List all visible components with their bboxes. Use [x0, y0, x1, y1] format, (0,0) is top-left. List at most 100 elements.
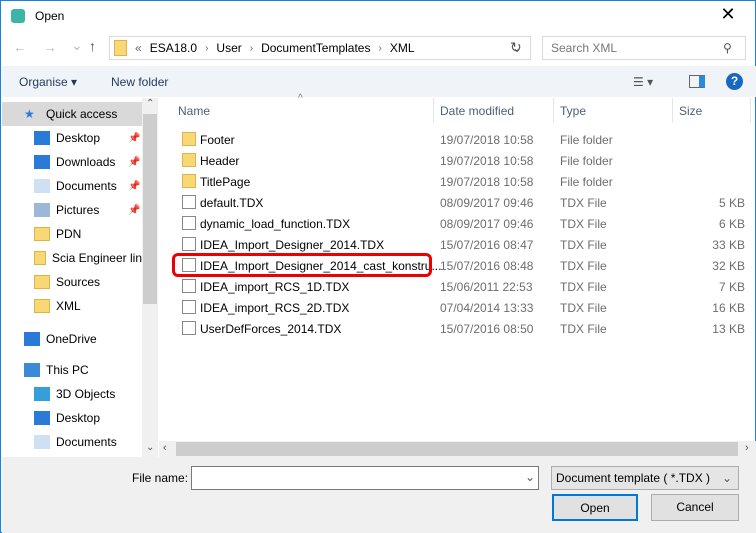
sidebar-item-label: XML — [56, 299, 81, 313]
file-size: 6 KB — [718, 217, 745, 231]
sidebar-item-label: OneDrive — [46, 332, 97, 346]
sidebar-item[interactable]: Sources — [2, 270, 142, 294]
sidebar-item[interactable]: Documents 📌 — [2, 174, 142, 198]
horizontal-scroll-thumb[interactable] — [176, 442, 738, 456]
file-date: 15/07/2016 08:47 — [440, 238, 534, 252]
folder-icon — [182, 174, 196, 188]
recent-locations-button[interactable]: ⌄ — [71, 37, 83, 54]
file-size: 33 KB — [712, 238, 745, 252]
cube-icon — [34, 387, 50, 401]
file-row[interactable]: IDEA_Import_Designer_2014.TDX 15/07/2016 … — [172, 234, 756, 255]
sidebar-item-label: Desktop — [56, 131, 101, 145]
sidebar-item-label: Downloads — [56, 155, 116, 169]
file-date: 08/09/2017 09:46 — [440, 196, 534, 210]
search-icon: ⚲ — [723, 41, 732, 55]
file-size: 7 KB — [718, 280, 745, 294]
file-type: File folder — [560, 154, 613, 168]
sidebar-item[interactable]: 3D Objects — [2, 382, 142, 406]
file-icon — [182, 237, 196, 251]
file-row[interactable]: TitlePage 19/07/2018 10:58 File folder — [172, 171, 756, 192]
file-date: 15/07/2016 08:48 — [440, 259, 534, 273]
breadcrumb-xml[interactable]: XML — [390, 41, 415, 55]
file-name-input[interactable] — [191, 466, 539, 490]
scroll-right-icon[interactable]: › — [745, 442, 749, 454]
file-name: IDEA_import_RCS_2D.TDX — [200, 301, 350, 315]
organise-menu[interactable]: Organise ▾ — [19, 75, 77, 89]
sidebar-item[interactable]: Desktop — [2, 406, 142, 430]
sidebar-item[interactable]: Scia Engineer lin — [2, 246, 142, 270]
file-size: 13 KB — [712, 322, 745, 336]
file-row[interactable]: IDEA_import_RCS_1D.TDX 15/06/2011 22:53 TD… — [172, 276, 756, 297]
file-row[interactable]: Header 19/07/2018 10:58 File folder — [172, 150, 756, 171]
file-name: IDEA_import_RCS_1D.TDX — [200, 280, 350, 294]
file-date: 07/04/2014 13:33 — [440, 301, 534, 315]
file-icon — [182, 300, 196, 314]
navigation-pane: ★ Quick access Desktop 📌 Downloads 📌 Documents… — [2, 98, 142, 457]
sidebar-item[interactable]: OneDrive — [2, 327, 142, 351]
sidebar-item[interactable]: Downloads 📌 — [2, 150, 142, 174]
file-row[interactable]: IDEA_import_RCS_2D.TDX 07/04/2014 13:33 TD… — [172, 297, 756, 318]
sidebar-item[interactable]: ★ Quick access — [2, 102, 142, 126]
scroll-down-icon[interactable]: ⌄ — [146, 442, 154, 453]
file-icon — [182, 195, 196, 209]
pin-icon[interactable]: 📌 — [128, 181, 140, 192]
cloud-icon — [24, 332, 40, 346]
pin-icon[interactable]: 📌 — [128, 205, 140, 216]
sidebar-item-label: This PC — [46, 363, 89, 377]
file-row[interactable]: UserDefForces_2014.TDX 15/07/2016 08:50 TD… — [172, 318, 756, 339]
breadcrumb-user[interactable]: User — [216, 41, 241, 55]
file-size: 32 KB — [712, 259, 745, 273]
sidebar-item[interactable]: Documents — [2, 430, 142, 454]
overflow-crumb[interactable]: « — [135, 41, 142, 55]
forward-button[interactable]: → — [43, 39, 57, 55]
breadcrumb-documenttemplates[interactable]: DocumentTemplates — [261, 41, 370, 55]
file-row[interactable]: default.TDX 08/09/2017 09:46 TDX File 5 KB — [172, 192, 756, 213]
column-header-date[interactable]: Date modified — [434, 98, 554, 123]
cancel-button[interactable]: Cancel — [651, 494, 739, 521]
help-icon[interactable]: ? — [726, 73, 743, 90]
file-date: 19/07/2018 10:58 — [440, 175, 534, 189]
folder-icon — [182, 153, 196, 167]
sidebar-item[interactable]: Desktop 📌 — [2, 126, 142, 150]
file-type-value: Document template ( *.TDX ) — [556, 471, 711, 485]
sidebar-item[interactable]: Pictures 📌 — [2, 198, 142, 222]
sidebar-item[interactable]: This PC — [2, 358, 142, 382]
column-header-name[interactable]: Name — [172, 98, 434, 123]
file-row[interactable]: Footer 19/07/2018 10:58 File folder — [172, 129, 756, 150]
file-row[interactable]: dynamic_load_function.TDX 08/09/2017 09:4… — [172, 213, 756, 234]
sidebar-item-label: Documents — [56, 435, 117, 449]
open-button[interactable]: Open — [552, 494, 638, 521]
close-button[interactable]: ✕ — [713, 4, 743, 25]
chevron-down-icon[interactable]: ⌄ — [525, 470, 535, 484]
pictures-icon — [34, 203, 50, 217]
refresh-button[interactable]: ↻ — [510, 39, 522, 56]
sidebar-item-label: Pictures — [56, 203, 100, 217]
sidebar-item[interactable]: XML — [2, 294, 142, 318]
file-name: TitlePage — [200, 175, 251, 189]
sidebar-item[interactable]: PDN — [2, 222, 142, 246]
file-type: File folder — [560, 133, 613, 147]
up-button[interactable]: ↑ — [89, 38, 96, 54]
file-type: TDX File — [560, 196, 607, 210]
sidebar-scroll-thumb[interactable] — [143, 114, 157, 304]
search-input[interactable]: Search XML — [542, 36, 746, 60]
file-type-select[interactable]: Document template ( *.TDX ) ⌄ — [551, 466, 739, 490]
scroll-up-icon[interactable]: ⌃ — [146, 98, 154, 109]
new-folder-button[interactable]: New folder — [111, 75, 168, 89]
scroll-left-icon[interactable]: ‹ — [163, 442, 167, 454]
breadcrumb-esa[interactable]: ESA18.0 — [150, 41, 197, 55]
view-options-icon[interactable]: ☰ ▾ — [633, 75, 653, 89]
pin-icon[interactable]: 📌 — [128, 133, 140, 144]
file-type: TDX File — [560, 322, 607, 336]
file-type: TDX File — [560, 259, 607, 273]
back-button[interactable]: ← — [13, 39, 27, 55]
column-header-size[interactable]: Size — [673, 98, 751, 123]
sidebar-item-label: Scia Engineer lin — [51, 251, 142, 265]
pin-icon[interactable]: 📌 — [128, 157, 140, 168]
address-bar[interactable]: « ESA18.0 › User › DocumentTemplates › XML … — [109, 36, 531, 60]
column-header-type[interactable]: Type — [554, 98, 673, 123]
file-type: TDX File — [560, 301, 607, 315]
preview-pane-icon[interactable] — [689, 75, 705, 88]
file-type: TDX File — [560, 217, 607, 231]
download-icon — [34, 155, 50, 169]
